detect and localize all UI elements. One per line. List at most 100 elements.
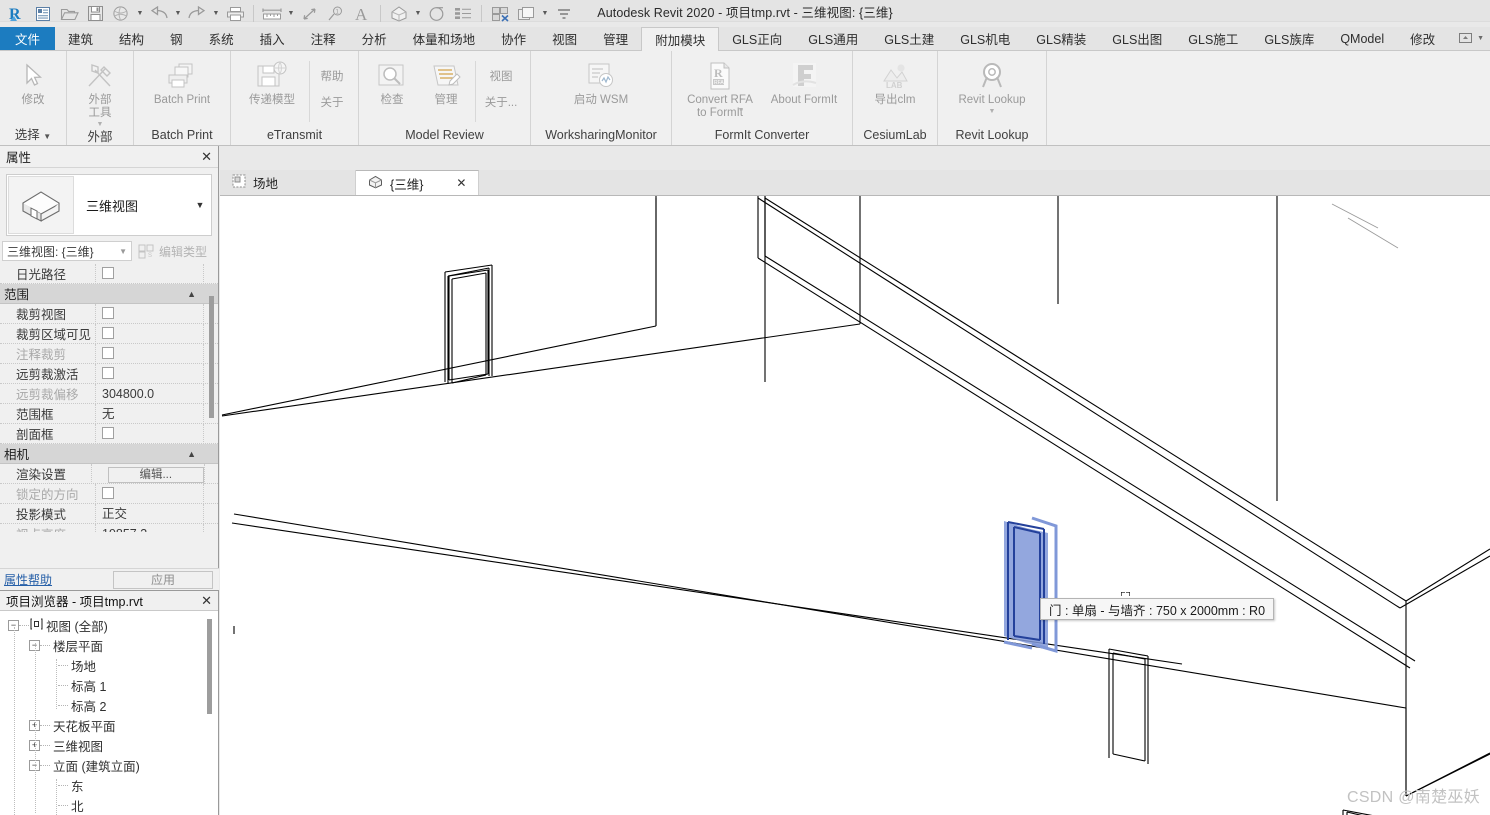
chevron-up-icon[interactable]: ▲ — [187, 449, 196, 459]
properties-type-preview[interactable]: 三维视图 ▼ — [6, 174, 212, 236]
chevron-down-icon[interactable]: ▼ — [97, 121, 104, 128]
checkbox[interactable] — [102, 347, 114, 360]
start-wsm-button[interactable]: 启动 WSM — [566, 55, 636, 107]
property-row[interactable]: 范围框 无 — [0, 403, 218, 424]
measure-icon[interactable] — [259, 2, 285, 26]
apply-button[interactable]: 应用 — [113, 570, 213, 589]
project-browser-scrollbar-thumb[interactable] — [207, 619, 212, 714]
view-tab-site[interactable]: 场地 — [220, 170, 357, 195]
section-icon[interactable] — [424, 2, 450, 26]
tree-node-east[interactable]: 东 — [0, 775, 218, 795]
customize-qat-icon[interactable] — [551, 2, 577, 26]
property-value[interactable] — [95, 264, 204, 284]
close-icon[interactable]: ✕ — [456, 176, 466, 190]
print-icon[interactable] — [222, 2, 248, 26]
tab-gls-tujian[interactable]: GLS土建 — [871, 27, 947, 50]
property-value[interactable] — [95, 303, 204, 324]
transmit-model-button[interactable]: 传递模型 — [237, 55, 307, 107]
property-value[interactable]: 无 — [95, 403, 204, 424]
model-review-manage-button[interactable]: 管理 — [419, 55, 473, 107]
chevron-down-icon[interactable]: ▼ — [43, 132, 51, 141]
redo-icon[interactable] — [184, 2, 210, 26]
tab-addins[interactable]: 附加模块 — [641, 27, 720, 51]
undo-icon[interactable] — [146, 2, 172, 26]
checkbox[interactable] — [102, 327, 114, 340]
tree-node-level-2[interactable]: 标高 2 — [0, 695, 218, 715]
tab-steel[interactable]: 钢 — [157, 27, 196, 50]
open-icon[interactable] — [56, 2, 82, 26]
about-formit-button[interactable]: About FormIt — [762, 55, 846, 107]
tree-node-ceiling-plans[interactable]: + 天花板平面 — [0, 715, 218, 735]
property-value[interactable] — [95, 323, 204, 344]
property-group-header[interactable]: 范围 ▲ — [0, 284, 218, 304]
three-d-view-canvas[interactable] — [220, 196, 1490, 815]
tree-node-elevations[interactable]: − 立面 (建筑立面) — [0, 755, 218, 775]
close-icon[interactable]: ✕ — [201, 593, 212, 609]
batch-print-button[interactable]: Batch Print — [140, 55, 224, 107]
property-row[interactable]: 剖面框 — [0, 423, 218, 444]
property-row[interactable]: 渲染设置 编辑... — [0, 463, 218, 484]
checkbox[interactable] — [102, 487, 114, 500]
property-row[interactable]: 远剪裁激活 — [0, 363, 218, 384]
tab-view[interactable]: 视图 — [539, 27, 590, 50]
convert-rfa-to-formit-button[interactable]: R RFA Convert RFA to FormIt ▼ — [678, 55, 762, 120]
tab-gls-zhengxiang[interactable]: GLS正向 — [719, 27, 795, 50]
switch-windows-dropdown-icon[interactable]: ▼ — [539, 2, 551, 26]
property-row[interactable]: 视点高度 19857.3 — [0, 523, 218, 532]
property-value[interactable] — [95, 423, 204, 444]
tree-node-views-all[interactable]: − 视图 (全部) — [0, 615, 218, 635]
tab-gls-zuku[interactable]: GLS族库 — [1251, 27, 1327, 50]
render-settings-edit-button[interactable]: 编辑... — [107, 466, 204, 483]
tab-file[interactable]: 文件 — [0, 27, 56, 50]
type-selector-combobox[interactable]: 三维视图: {三维} ▼ — [2, 241, 132, 261]
model-review-about-label[interactable]: 关于... — [478, 94, 524, 110]
chevron-down-icon[interactable]: ▼ — [738, 107, 745, 114]
etransmit-about-label[interactable]: 关于 — [312, 94, 352, 110]
property-row[interactable]: 锁定的方向 — [0, 483, 218, 504]
sync-dropdown-icon[interactable]: ▼ — [134, 2, 146, 26]
property-row[interactable]: 注释裁剪 — [0, 343, 218, 364]
tree-node-level-1[interactable]: 标高 1 — [0, 675, 218, 695]
tab-gls-tongyong[interactable]: GLS通用 — [795, 27, 871, 50]
redo-dropdown-icon[interactable]: ▼ — [210, 2, 222, 26]
properties-scrollbar-thumb[interactable] — [209, 296, 214, 418]
tab-gls-jingzhuang[interactable]: GLS精装 — [1023, 27, 1099, 50]
checkbox[interactable] — [102, 307, 114, 320]
modify-button[interactable]: 修改 — [6, 55, 60, 107]
chevron-down-icon[interactable]: ▼ — [989, 108, 996, 115]
tab-annotate[interactable]: 注释 — [298, 27, 349, 50]
ribbon-options-group[interactable]: ▼ — [1448, 27, 1490, 50]
property-value[interactable]: 304800.0 — [95, 383, 204, 404]
tree-node-north[interactable]: 北 — [0, 795, 218, 815]
model-review-view-label[interactable]: 视图 — [478, 68, 524, 84]
close-hidden-windows-icon[interactable] — [487, 2, 513, 26]
property-value[interactable]: 编辑... — [90, 463, 205, 484]
chevron-up-icon[interactable]: ▲ — [187, 289, 196, 299]
property-value[interactable] — [95, 483, 204, 504]
view-tab-3d[interactable]: {三维} ✕ — [356, 170, 480, 195]
tree-node-site[interactable]: 场地 — [0, 655, 218, 675]
tab-manage[interactable]: 管理 — [590, 27, 641, 50]
tab-collaborate[interactable]: 协作 — [488, 27, 539, 50]
chevron-down-icon[interactable]: ▼ — [119, 247, 127, 256]
tree-node-3d-views[interactable]: + 三维视图 — [0, 735, 218, 755]
switch-windows-icon[interactable] — [513, 2, 539, 26]
property-row[interactable]: 日光路径 — [0, 264, 218, 284]
text-icon[interactable]: A — [349, 2, 375, 26]
model-review-check-button[interactable]: 检查 — [365, 55, 419, 107]
save-icon[interactable] — [82, 2, 108, 26]
tab-analyze[interactable]: 分析 — [349, 27, 400, 50]
default-3d-view-icon[interactable] — [386, 2, 412, 26]
tab-structure[interactable]: 结构 — [106, 27, 157, 50]
measure-dropdown-icon[interactable]: ▼ — [285, 2, 297, 26]
undo-dropdown-icon[interactable]: ▼ — [172, 2, 184, 26]
checkbox[interactable] — [102, 367, 114, 380]
property-value[interactable] — [95, 363, 204, 384]
edit-type-button[interactable]: S 编辑类型 — [132, 243, 207, 260]
property-value[interactable]: 正交 — [95, 503, 204, 524]
tree-node-floor-plans[interactable]: − 楼层平面 — [0, 635, 218, 655]
sync-icon[interactable] — [108, 2, 134, 26]
property-row[interactable]: 远剪裁偏移 304800.0 — [0, 383, 218, 404]
tab-gls-shigong[interactable]: GLS施工 — [1175, 27, 1251, 50]
tab-insert[interactable]: 插入 — [247, 27, 298, 50]
